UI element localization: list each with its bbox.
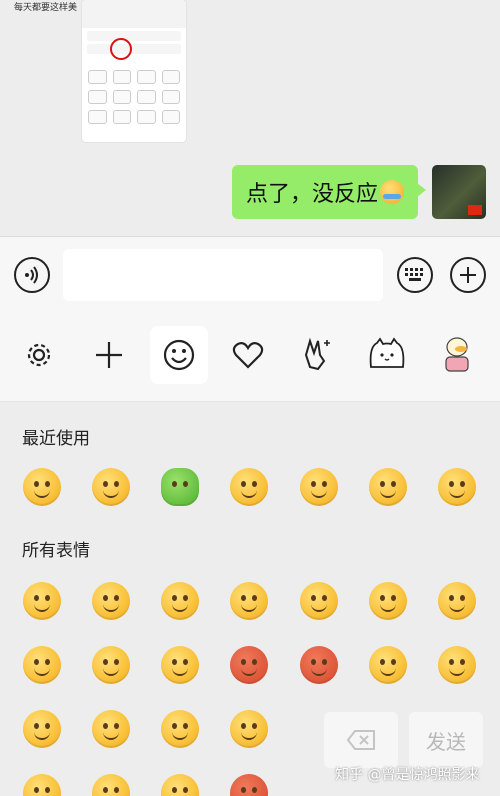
emoji-tears-of-joy[interactable] — [92, 468, 130, 506]
thumb-header — [82, 0, 186, 28]
plus-circle-icon — [460, 267, 476, 283]
gear-icon — [27, 343, 51, 367]
emoji-item[interactable] — [369, 646, 407, 684]
emoji-item[interactable] — [23, 710, 61, 748]
emoji-wavy[interactable] — [300, 468, 338, 506]
emoji-item[interactable] — [438, 582, 476, 620]
voice-icon — [25, 266, 38, 284]
tab-cat-sticker[interactable] — [358, 326, 416, 384]
smiley-icon — [163, 339, 195, 371]
emoji-giggle[interactable] — [438, 468, 476, 506]
watermark-text: 知乎 @曾是惊鸿照影来 — [335, 767, 480, 783]
heart-icon — [232, 342, 264, 369]
keyboard-button[interactable] — [397, 257, 433, 293]
keyboard-icon — [405, 268, 423, 281]
send-label: 发送 — [426, 729, 466, 754]
emoji-green-figure[interactable] — [161, 468, 199, 506]
victory-hand-icon — [304, 337, 330, 371]
send-button[interactable]: 发送 — [409, 712, 483, 768]
emoji-item[interactable] — [92, 774, 130, 796]
message-bubble[interactable]: 点了，没反应 — [231, 165, 427, 219]
cat-sticker-icon — [369, 337, 405, 368]
emoji-item[interactable] — [23, 774, 61, 796]
emoji-item[interactable] — [438, 646, 476, 684]
emoji-item[interactable] — [230, 774, 268, 796]
emoji-item[interactable] — [300, 646, 338, 684]
emoji-item[interactable] — [23, 582, 61, 620]
tab-emoji[interactable] — [150, 326, 208, 384]
emoji-item[interactable] — [369, 582, 407, 620]
input-bar — [0, 236, 500, 312]
plus-icon — [96, 342, 122, 368]
message-input[interactable] — [63, 249, 383, 301]
previous-message-caption: 每天都要这样美 — [14, 3, 78, 13]
tab-settings[interactable] — [10, 326, 68, 384]
thumb-tab-row — [87, 44, 181, 54]
thumb-sticker-grid — [88, 70, 180, 124]
emoji-item[interactable] — [23, 646, 61, 684]
delete-button[interactable] — [324, 712, 398, 768]
chat-area: 每天都要这样美 点了，没反应 — [0, 0, 500, 236]
all-section-title: 所有表情 — [22, 541, 90, 561]
red-highlight-circle — [110, 38, 132, 60]
emoji-smile[interactable] — [369, 468, 407, 506]
tab-favorites[interactable] — [219, 326, 277, 384]
outgoing-message-row: 点了，没反应 — [231, 165, 486, 219]
more-button[interactable] — [450, 257, 486, 293]
emoji-item[interactable] — [230, 710, 268, 748]
flag-icon — [468, 205, 482, 215]
tab-add[interactable] — [80, 326, 138, 384]
user-avatar[interactable] — [432, 165, 486, 219]
emoji-item[interactable] — [92, 710, 130, 748]
emoji-item[interactable] — [161, 774, 199, 796]
emoji-tab-bar — [0, 312, 500, 402]
emoji-item[interactable] — [161, 582, 199, 620]
emoji-item[interactable] — [92, 582, 130, 620]
screenshot-image-message[interactable] — [82, 0, 186, 142]
thumb-input-row — [87, 31, 181, 41]
backspace-icon — [346, 730, 375, 750]
message-text: 点了，没反应 — [245, 182, 378, 207]
emoji-item[interactable] — [161, 646, 199, 684]
emoji-smirk[interactable] — [230, 468, 268, 506]
voice-button[interactable] — [14, 257, 50, 293]
emoji-item[interactable] — [230, 582, 268, 620]
laugh-cry-emoji-icon — [380, 180, 404, 204]
emoji-item[interactable] — [161, 710, 199, 748]
duck-sticker-icon — [445, 337, 469, 372]
emoji-item[interactable] — [300, 582, 338, 620]
emoji-laugh-cry[interactable] — [23, 468, 61, 506]
emoji-item[interactable] — [92, 646, 130, 684]
tab-duck-sticker[interactable] — [428, 326, 486, 384]
tab-gestures[interactable] — [288, 326, 346, 384]
recent-section-title: 最近使用 — [22, 429, 90, 449]
emoji-item[interactable] — [230, 646, 268, 684]
